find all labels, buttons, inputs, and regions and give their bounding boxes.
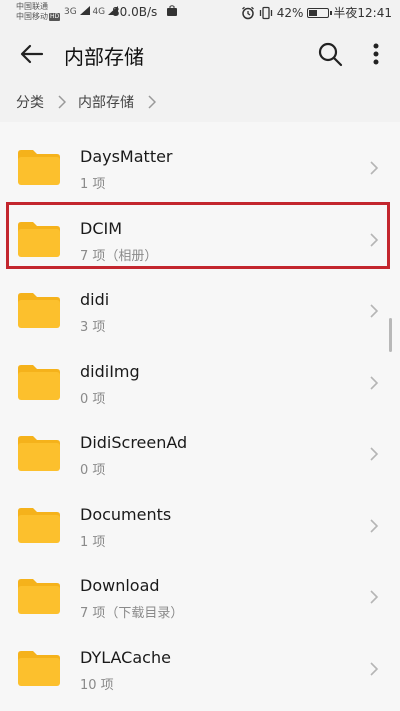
hd-badge: HD xyxy=(49,12,61,21)
page-title: 内部存储 xyxy=(64,45,144,69)
carrier-1: 中国联通 xyxy=(16,2,48,11)
folder-icon xyxy=(18,364,60,400)
alarm-icon xyxy=(241,6,254,19)
carrier-labels: 中国联通 中国移动 HD xyxy=(16,2,61,22)
chevron-right-icon xyxy=(370,375,379,390)
chevron-right-icon xyxy=(370,447,379,461)
file-name: Documents xyxy=(80,504,172,524)
carrier-2: 中国移动 xyxy=(16,12,48,21)
status-bar: 中国联通 中国移动 HD 3G 4G 80.0B/s 42% 半夜12:41 xyxy=(0,0,400,26)
shopping-bag-icon xyxy=(167,5,177,16)
breadcrumb-chevron-icon xyxy=(58,95,66,109)
list-item[interactable]: DidiScreenAd 0 项 xyxy=(0,418,400,490)
signal-1-label: 3G xyxy=(64,7,77,17)
battery-icon xyxy=(307,7,333,18)
list-item[interactable]: DCIM 7 项（相册） xyxy=(0,204,400,276)
signal-icon xyxy=(79,6,90,15)
network-speed: 80.0B/s xyxy=(112,5,158,19)
chevron-right-icon xyxy=(370,590,379,604)
folder-icon xyxy=(18,150,60,185)
file-list: DaysMatter 1 项 DCIM 7 项（相册） didi 3 项 didiImg 0 … xyxy=(0,132,400,704)
chevron-right-icon xyxy=(370,304,379,318)
file-meta: 1 项 xyxy=(80,534,106,550)
folder-icon xyxy=(18,650,60,686)
file-name: didiImg xyxy=(80,361,140,381)
search-icon[interactable] xyxy=(316,40,344,68)
list-item[interactable]: didi 3 项 xyxy=(0,275,400,347)
folder-icon xyxy=(18,221,60,257)
chevron-right-icon xyxy=(370,232,379,247)
more-options-icon[interactable] xyxy=(364,40,388,68)
file-meta: 7 项（下载目录） xyxy=(80,606,184,621)
signal-indicators: 3G 4G xyxy=(64,6,119,17)
clock: 半夜12:41 xyxy=(333,6,392,20)
file-meta: 1 项 xyxy=(80,177,106,192)
folder-icon xyxy=(18,507,60,543)
status-right: 42% 半夜12:41 xyxy=(241,4,392,21)
file-name: DCIM xyxy=(80,218,123,238)
list-item[interactable]: DYLACache 10 项 xyxy=(0,633,400,705)
battery-percent: 42% xyxy=(276,5,304,20)
breadcrumb-chevron-icon xyxy=(148,95,156,109)
breadcrumb-item-category[interactable]: 分类 xyxy=(16,92,44,112)
chevron-right-icon xyxy=(370,161,379,175)
vibrate-icon xyxy=(259,6,272,19)
file-meta: 10 项 xyxy=(80,677,114,693)
list-item[interactable]: didiImg 0 项 xyxy=(0,347,400,419)
file-meta: 7 项（相册） xyxy=(80,248,158,264)
app-header: 内部存储 xyxy=(0,26,400,82)
chevron-right-icon xyxy=(370,518,379,533)
list-item[interactable]: Documents 1 项 xyxy=(0,490,400,562)
file-meta: 0 项 xyxy=(80,463,106,478)
back-arrow-icon[interactable] xyxy=(18,40,46,68)
file-name: Download xyxy=(80,576,160,595)
battery-fill xyxy=(309,9,317,16)
file-name: DidiScreenAd xyxy=(80,433,188,452)
folder-icon xyxy=(18,579,60,614)
file-meta: 3 项 xyxy=(80,320,106,335)
folder-icon xyxy=(18,293,60,328)
list-item[interactable]: DaysMatter 1 项 xyxy=(0,132,400,204)
file-name: didi xyxy=(80,290,110,309)
folder-icon xyxy=(18,436,60,471)
signal-2-label: 4G xyxy=(92,7,106,17)
chevron-right-icon xyxy=(370,661,379,676)
breadcrumb: 分类 内部存储 xyxy=(0,82,400,122)
file-name: DaysMatter xyxy=(80,147,173,166)
file-meta: 0 项 xyxy=(80,391,106,407)
list-item[interactable]: Download 7 项（下载目录） xyxy=(0,561,400,633)
breadcrumb-item-internal-storage[interactable]: 内部存储 xyxy=(78,92,134,112)
scrollbar[interactable] xyxy=(389,318,392,352)
file-name: DYLACache xyxy=(80,647,171,667)
